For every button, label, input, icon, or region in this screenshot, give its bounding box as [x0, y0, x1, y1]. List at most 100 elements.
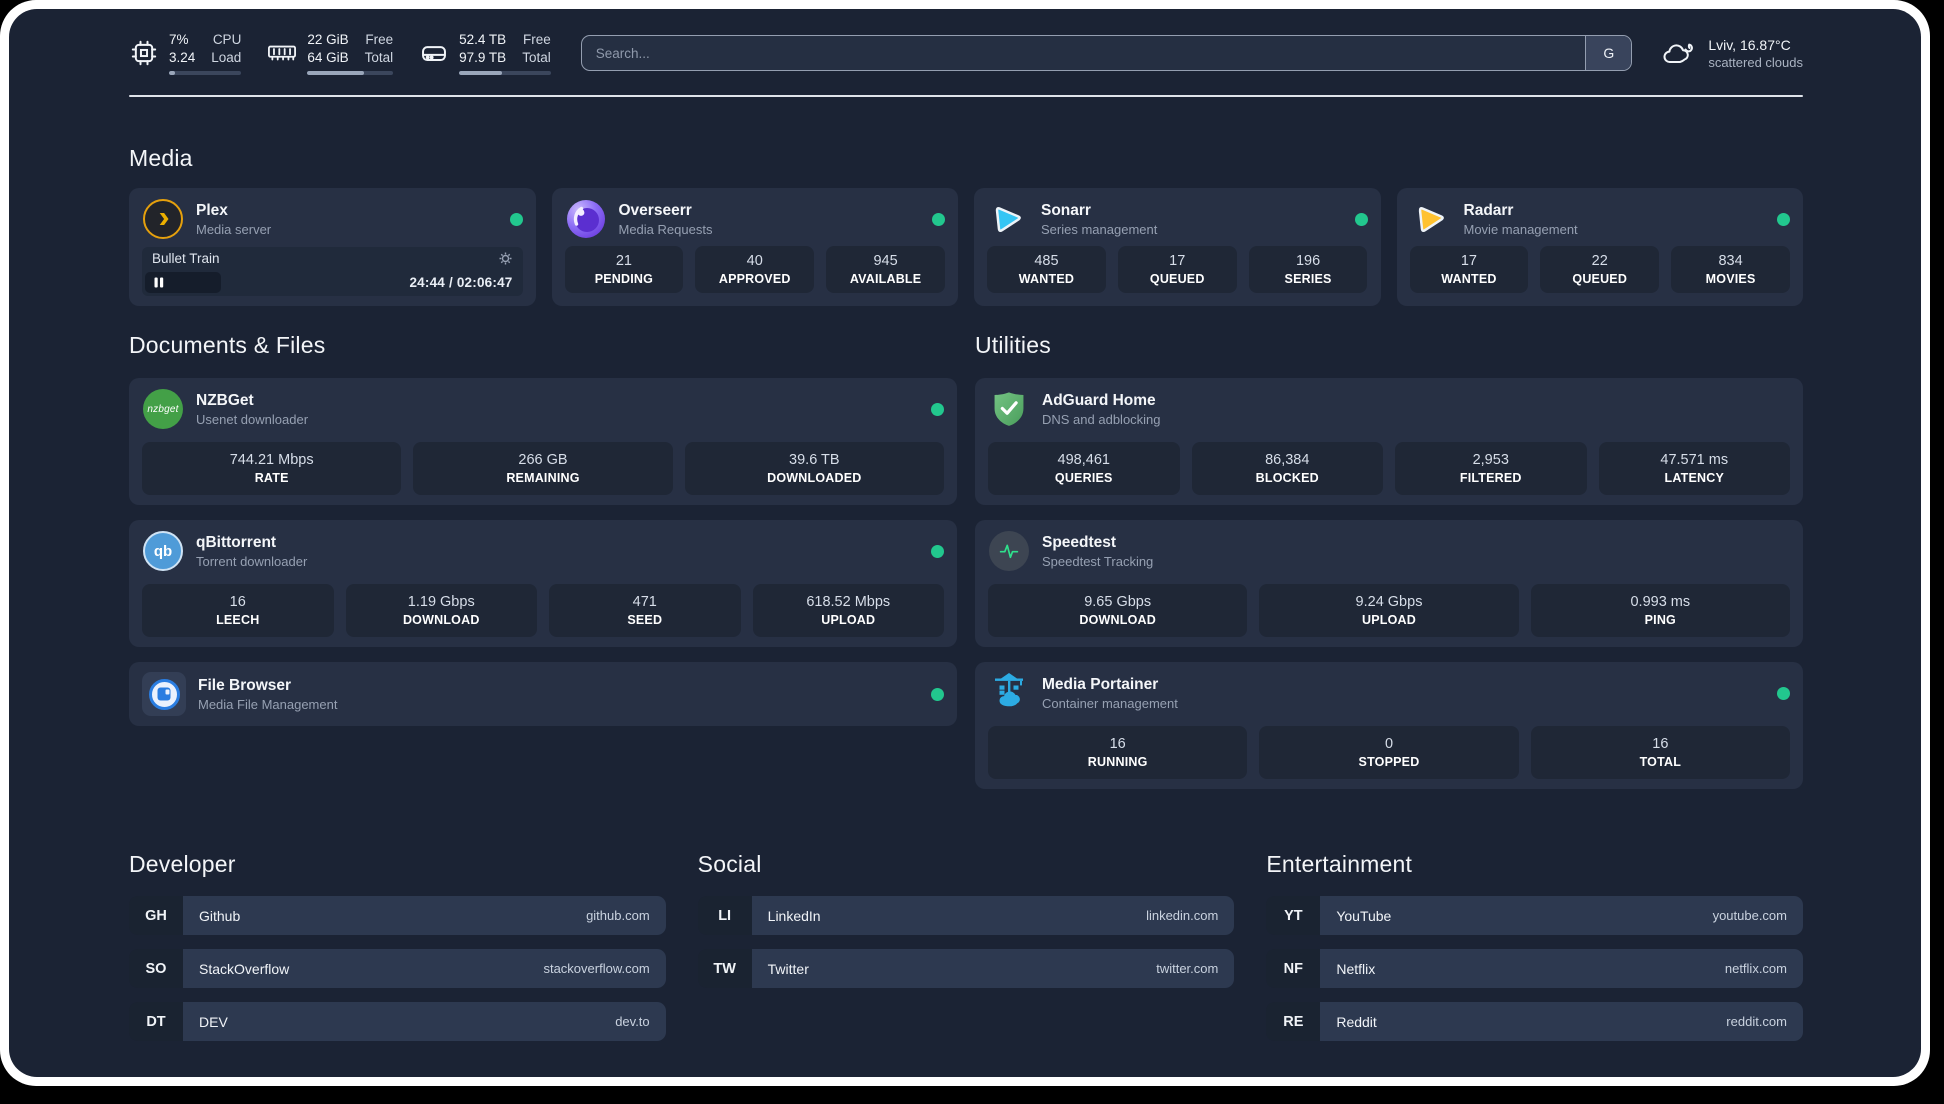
status-dot: [931, 687, 944, 701]
section-title-social: Social: [697, 851, 762, 878]
app-name: qBittorrent: [196, 533, 277, 551]
link-abbr: DT: [129, 1002, 183, 1042]
now-playing-title: Bullet Train: [152, 251, 220, 267]
stat-tile-pending: 21 PENDING: [564, 246, 684, 294]
playback-bar[interactable]: 24:44 / 02:06:47: [142, 269, 523, 296]
cpu-label: CPU: [212, 32, 242, 47]
link-stackoverflow[interactable]: SO StackOverflow stackoverflow.com: [129, 949, 666, 989]
app-name: Plex: [196, 201, 228, 219]
link-youtube[interactable]: YT YouTube youtube.com: [1266, 896, 1803, 936]
section-title-developer: Developer: [129, 851, 236, 878]
stat-tile-upload: 618.52 Mbps UPLOAD: [752, 584, 944, 638]
stat-tile-series: 196 SERIES: [1248, 246, 1368, 294]
stat-tile-queued: 22 QUEUED: [1540, 246, 1660, 294]
section-documents: Documents & Files nzbget NZBGet Usenet d…: [129, 332, 957, 789]
disk-free-value: 52.4 TB: [459, 32, 507, 47]
link-github[interactable]: GH Github github.com: [129, 896, 666, 936]
disk-icon: [419, 39, 449, 67]
cpu-icon: [129, 39, 159, 67]
stat-tile-latency: 47.571 ms LATENCY: [1598, 442, 1790, 496]
app-desc: Media Requests: [618, 221, 713, 237]
status-dot: [1777, 212, 1790, 226]
app-card-sonarr[interactable]: Sonarr Series management 485 WANTED 17 QUE…: [974, 188, 1381, 307]
app-card-radarr[interactable]: Radarr Movie management 17 WANTED 22 QUEUE…: [1396, 188, 1803, 307]
app-name: File Browser: [198, 676, 292, 694]
app-card-nzbget[interactable]: nzbget NZBGet Usenet downloader 744.21 M…: [129, 378, 957, 506]
app-desc: Container management: [1042, 695, 1178, 711]
app-desc: Movie management: [1463, 221, 1578, 237]
ram-stat: 22 GiB 64 GiB Free Total: [267, 31, 394, 76]
stat-tile-stopped: 0 STOPPED: [1259, 726, 1519, 780]
adguard-icon: [988, 388, 1030, 430]
app-desc: Series management: [1041, 221, 1158, 237]
app-name: Speedtest: [1042, 533, 1117, 551]
portainer-icon: [988, 672, 1030, 714]
link-reddit[interactable]: RE Reddit reddit.com: [1266, 1002, 1803, 1042]
stat-tile-leech: 16 LEECH: [142, 584, 334, 638]
app-card-plex[interactable]: Plex Media server Bullet Train 24:44 / 0…: [129, 188, 536, 307]
app-desc: Media File Management: [198, 696, 338, 712]
plex-icon: [142, 198, 184, 240]
stat-tile-rate: 744.21 Mbps RATE: [142, 442, 402, 496]
link-abbr: GH: [129, 896, 183, 936]
ram-free-label: Free: [365, 32, 394, 47]
filebrowser-icon: [142, 672, 186, 717]
topbar: 7% 3.24 CPU Load 22 GiB 64 GiB Free Tota…: [129, 31, 1803, 76]
section-title-entertainment: Entertainment: [1266, 851, 1413, 878]
stat-tile-ping: 0.993 ms PING: [1530, 584, 1790, 638]
header-divider: [129, 95, 1803, 98]
disk-total-label: Total: [522, 49, 551, 65]
link-abbr: YT: [1266, 896, 1321, 936]
weather-location: Lviv, 16.87°C: [1708, 36, 1791, 53]
search-engine-button[interactable]: G: [1585, 36, 1632, 71]
ram-total-label: Total: [364, 49, 394, 65]
stat-tile-movies: 834 MOVIES: [1671, 246, 1790, 294]
cloud-icon: [1660, 38, 1696, 68]
app-desc: Torrent downloader: [196, 553, 308, 569]
sonarr-icon: [987, 198, 1029, 240]
ram-total-value: 64 GiB: [307, 49, 349, 65]
dashboard: 7% 3.24 CPU Load 22 GiB 64 GiB Free Tota…: [9, 9, 1921, 1077]
ram-progress-bar: [307, 71, 394, 76]
cpu-stat: 7% 3.24 CPU Load: [129, 31, 242, 76]
section-title-utilities: Utilities: [975, 332, 1051, 359]
weather-condition: scattered clouds: [1708, 54, 1803, 70]
section-developer: Developer GH Github github.com SO StackOv…: [129, 851, 666, 1055]
pause-icon[interactable]: [154, 277, 164, 288]
app-card-overseerr[interactable]: Overseerr Media Requests 21 PENDING 40 APP…: [551, 188, 958, 307]
stat-tile-running: 16 RUNNING: [988, 726, 1248, 780]
radarr-icon: [1410, 198, 1452, 240]
playback-time: 24:44 / 02:06:47: [409, 275, 513, 291]
link-netflix[interactable]: NF Netflix netflix.com: [1266, 949, 1803, 989]
app-card-adguard[interactable]: AdGuard Home DNS and adblocking 498,461 Q…: [975, 378, 1803, 506]
section-title-media: Media: [129, 145, 193, 172]
link-twitter[interactable]: TW Twitter twitter.com: [697, 949, 1235, 989]
section-entertainment: Entertainment YT YouTube youtube.com NF N…: [1266, 851, 1803, 1055]
link-dev[interactable]: DT DEV dev.to: [129, 1002, 666, 1042]
stat-tile-available: 945 AVAILABLE: [826, 246, 945, 294]
link-linkedin[interactable]: LI LinkedIn linkedin.com: [697, 896, 1235, 936]
app-card-speedtest[interactable]: Speedtest Speedtest Tracking 9.65 Gbps DO…: [975, 520, 1803, 648]
app-card-qbittorrent[interactable]: qb qBittorrent Torrent downloader 16 LEEC…: [129, 520, 957, 648]
app-desc: Speedtest Tracking: [1042, 553, 1154, 569]
stat-tile-remaining: 266 GB REMAINING: [413, 442, 673, 496]
section-social: Social LI LinkedIn linkedin.com TW Twitte…: [697, 851, 1235, 1055]
search-bar: G: [580, 35, 1633, 72]
search-input[interactable]: [581, 36, 1586, 71]
plex-now-playing: Bullet Train 24:44 / 02:06:47: [142, 247, 523, 297]
app-card-portainer[interactable]: Media Portainer Container management 16 R…: [975, 662, 1803, 790]
stat-tile-seed: 471 SEED: [549, 584, 741, 638]
playback-progress: [145, 272, 222, 294]
session-gear-icon[interactable]: [498, 251, 513, 266]
nzbget-icon: nzbget: [142, 388, 184, 430]
app-name: AdGuard Home: [1042, 391, 1156, 409]
status-dot: [931, 544, 944, 558]
system-stats: 7% 3.24 CPU Load 22 GiB 64 GiB Free Tota…: [129, 31, 551, 76]
stat-tile-download: 1.19 Gbps DOWNLOAD: [345, 584, 537, 638]
disk-progress-bar: [459, 71, 551, 76]
app-name: Overseerr: [618, 201, 692, 219]
link-abbr: NF: [1266, 949, 1321, 989]
status-dot: [931, 402, 944, 416]
status-dot: [1354, 212, 1368, 226]
app-card-filebrowser[interactable]: File Browser Media File Management: [129, 662, 957, 727]
